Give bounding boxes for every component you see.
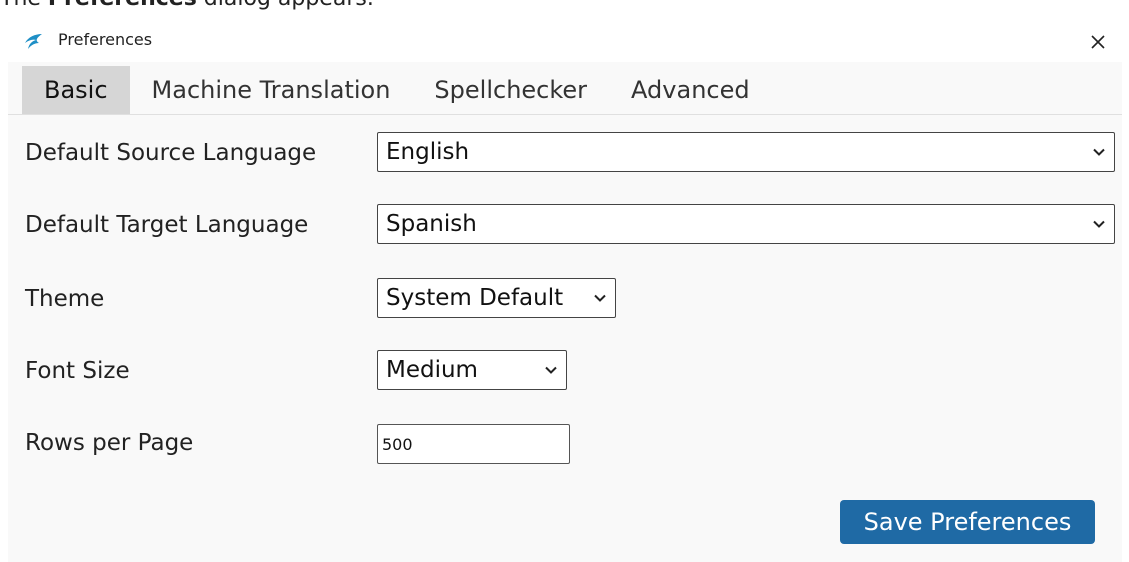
rows-per-page-input[interactable] [377, 424, 570, 464]
caption-prefix: The [0, 0, 48, 11]
caption-suffix: dialog appears. [197, 0, 374, 11]
theme-value: System Default [386, 285, 564, 311]
tab-advanced[interactable]: Advanced [609, 66, 772, 114]
window-title: Preferences [58, 30, 153, 49]
source-language-select[interactable]: English [377, 132, 1115, 172]
target-language-label: Default Target Language [25, 212, 309, 238]
close-button[interactable] [1082, 26, 1114, 58]
caption-strip: The Preferences dialog appears. [0, 0, 1129, 22]
tab-divider [8, 114, 1122, 115]
rows-per-page-label: Rows per Page [25, 430, 194, 456]
title-bar: Preferences [8, 22, 1122, 62]
tab-bar: Basic Machine Translation Spellchecker A… [22, 66, 772, 114]
tab-spellchecker[interactable]: Spellchecker [412, 66, 609, 114]
swallow-logo-icon [22, 31, 44, 53]
theme-select[interactable]: System Default [377, 278, 616, 318]
caption-bold: Preferences [48, 0, 197, 11]
source-language-value: English [386, 139, 470, 165]
font-size-value: Medium [386, 357, 478, 383]
caption-text: The Preferences dialog appears. [0, 0, 374, 11]
chevron-down-icon [594, 294, 606, 302]
theme-label: Theme [25, 286, 105, 312]
chevron-down-icon [1093, 220, 1105, 228]
tab-machine-translation[interactable]: Machine Translation [130, 66, 413, 114]
chevron-down-icon [1093, 148, 1105, 156]
save-preferences-button[interactable]: Save Preferences [840, 500, 1095, 544]
tab-basic[interactable]: Basic [22, 66, 130, 114]
font-size-label: Font Size [25, 358, 130, 384]
chevron-down-icon [545, 366, 557, 374]
close-icon [1091, 35, 1105, 49]
preferences-dialog: Preferences Basic Machine Translation Sp… [8, 22, 1122, 562]
target-language-value: Spanish [386, 211, 477, 237]
target-language-select[interactable]: Spanish [377, 204, 1115, 244]
source-language-label: Default Source Language [25, 140, 317, 166]
font-size-select[interactable]: Medium [377, 350, 567, 390]
